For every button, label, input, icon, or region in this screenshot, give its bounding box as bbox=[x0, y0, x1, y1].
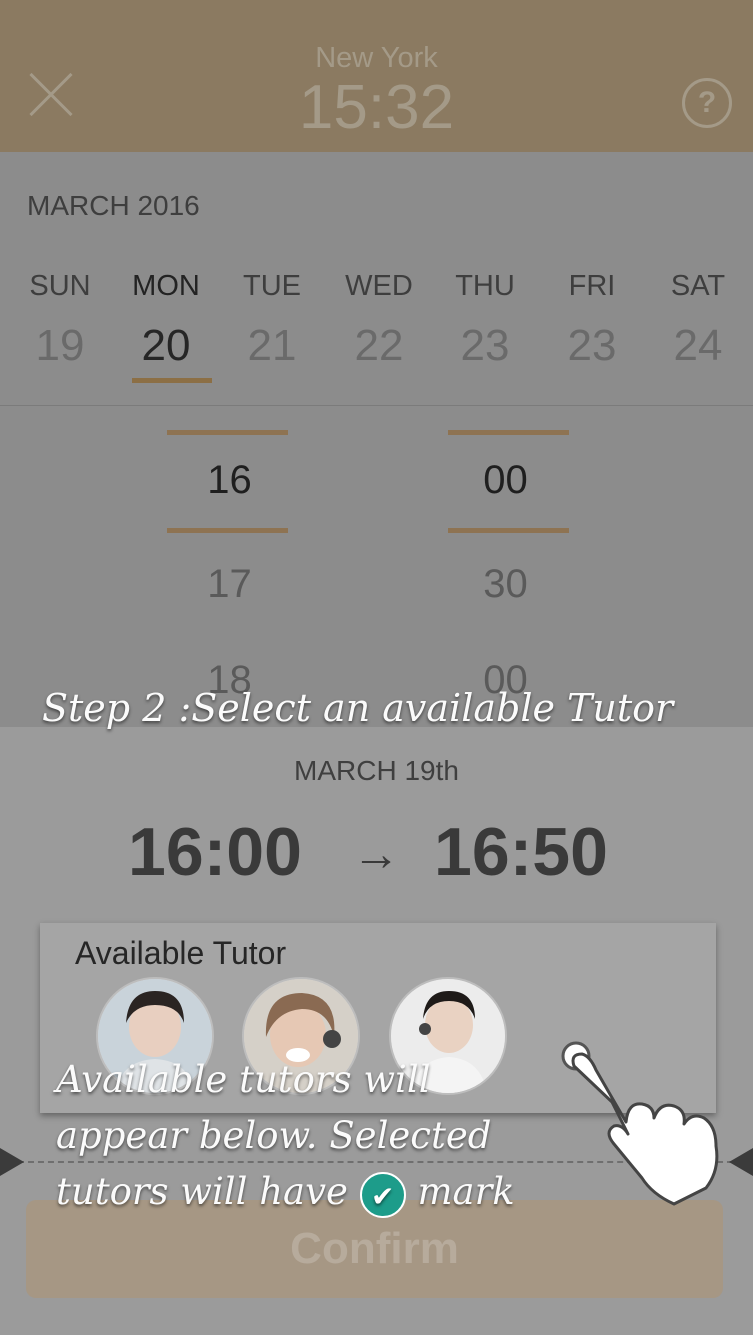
day-date: 19 bbox=[35, 321, 85, 370]
current-time: 15:32 bbox=[298, 73, 455, 142]
minute-selection-line bbox=[448, 528, 569, 533]
day-date: 24 bbox=[673, 321, 723, 370]
booking-panel: MARCH 19th 16:00 → 16:50 Available Tutor bbox=[0, 727, 753, 1335]
day-name: FRI bbox=[568, 270, 616, 302]
day-sat[interactable]: SAT 24 bbox=[645, 270, 751, 371]
day-tue[interactable]: TUE 21 bbox=[219, 270, 325, 371]
divider bbox=[0, 405, 753, 406]
day-name: MON bbox=[132, 270, 200, 302]
available-tutor-title: Available Tutor bbox=[75, 935, 287, 971]
end-time: 16:50 bbox=[434, 814, 608, 890]
hour-selection-line bbox=[167, 430, 288, 435]
hour-selection-line bbox=[167, 528, 288, 533]
day-thu[interactable]: THU 23 bbox=[432, 270, 538, 371]
day-name: TUE bbox=[243, 270, 301, 302]
help-icon[interactable]: ? bbox=[682, 78, 732, 128]
header-bar: New York 15:32 ? bbox=[0, 0, 753, 152]
pointing-hand-icon bbox=[561, 1041, 719, 1206]
week-row: SUN 19 MON 20 TUE 21 WED 22 THU 23 FRI 2… bbox=[0, 270, 753, 390]
start-time: 16:00 bbox=[128, 814, 302, 890]
day-name: WED bbox=[345, 270, 413, 302]
minute-selected[interactable]: 00 bbox=[445, 458, 566, 503]
left-marker-icon bbox=[0, 1148, 24, 1176]
day-mon[interactable]: MON 20 bbox=[113, 270, 219, 383]
day-fri[interactable]: FRI 23 bbox=[539, 270, 645, 371]
day-name: SUN bbox=[29, 270, 91, 302]
check-mark-icon: ✔ bbox=[359, 1171, 406, 1218]
minute-selection-line bbox=[448, 430, 569, 435]
day-date: 23 bbox=[567, 321, 617, 370]
month-label: MARCH 2016 bbox=[27, 190, 200, 221]
booking-date: MARCH 19th bbox=[294, 755, 459, 786]
day-date: 20 bbox=[141, 321, 191, 370]
selected-day-underline bbox=[132, 378, 212, 383]
day-date: 23 bbox=[460, 321, 510, 370]
day-name: SAT bbox=[670, 270, 726, 302]
tip-line-part: mark bbox=[417, 1170, 515, 1213]
city-label: New York bbox=[315, 42, 438, 74]
day-date: 21 bbox=[247, 321, 297, 370]
hour-selected[interactable]: 16 bbox=[169, 458, 290, 503]
minute-option[interactable]: 30 bbox=[445, 562, 566, 607]
day-wed[interactable]: WED 22 bbox=[326, 270, 432, 371]
day-name: THU bbox=[455, 270, 515, 302]
calendar-section: MARCH 2016 SUN 19 MON 20 TUE 21 WED 22 T… bbox=[0, 152, 753, 727]
hour-option[interactable]: 17 bbox=[169, 562, 290, 607]
tip-line-part: tutors will have bbox=[56, 1170, 348, 1213]
tutorial-step-text: Step 2 :Select an available Tutor bbox=[42, 686, 674, 730]
day-sun[interactable]: SUN 19 bbox=[7, 270, 113, 371]
time-range: 16:00 → 16:50 bbox=[0, 813, 753, 893]
day-date: 22 bbox=[354, 321, 404, 370]
arrow-right-icon: → bbox=[352, 828, 400, 881]
